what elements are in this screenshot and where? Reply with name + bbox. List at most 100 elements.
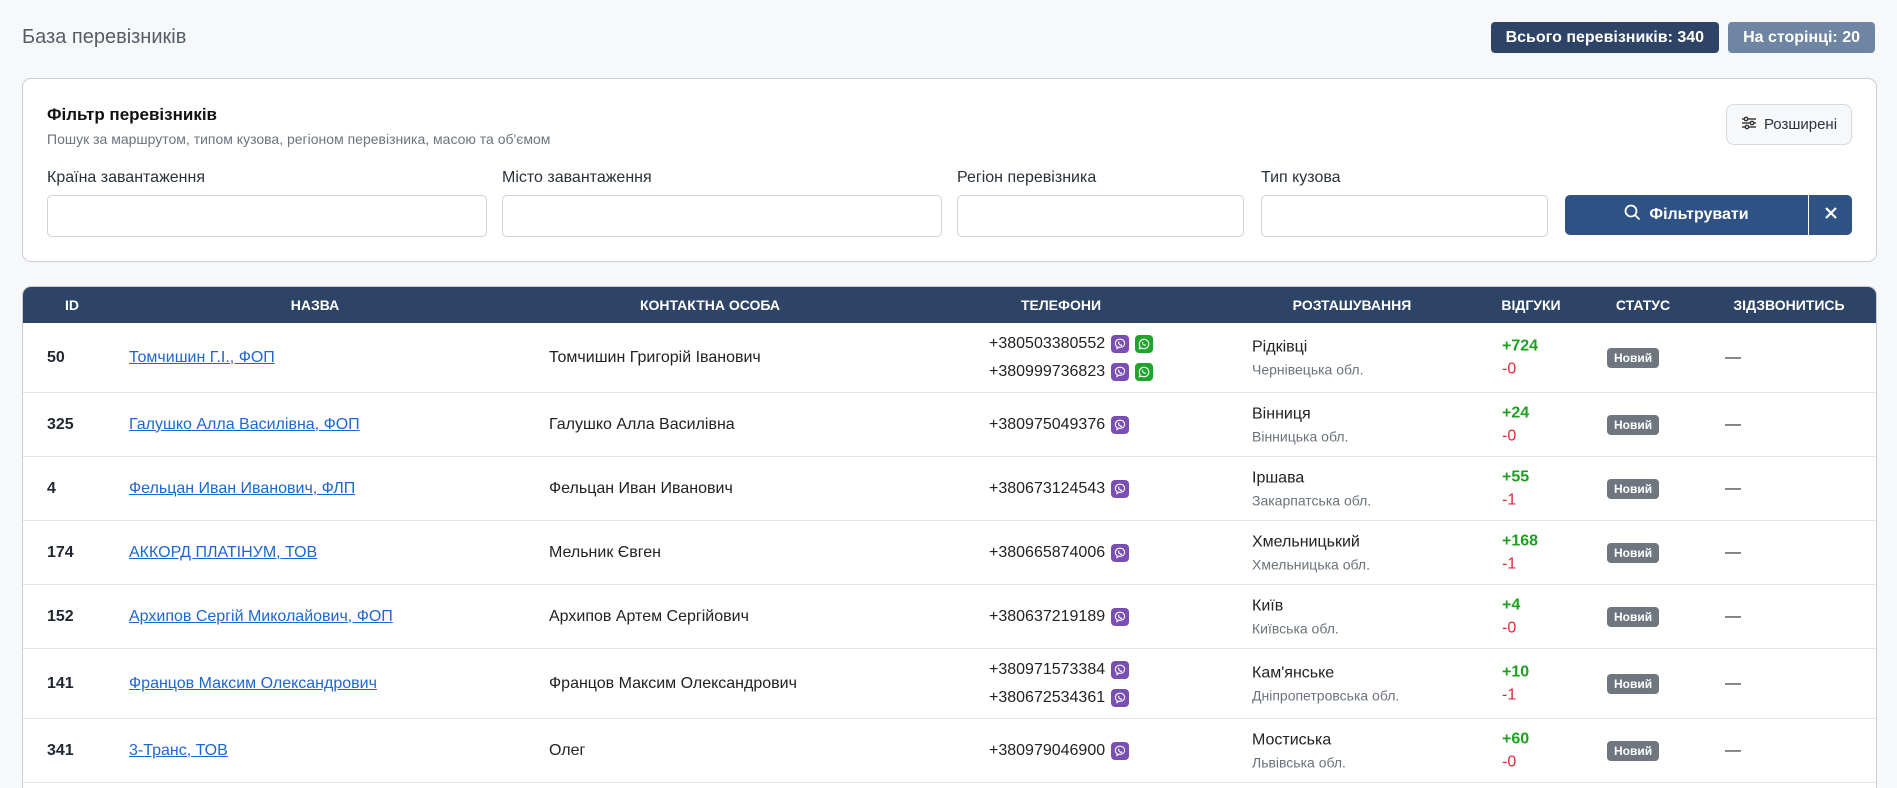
table-row: 325 Галушко Алла Василівна, ФОП Галушко … [23, 393, 1876, 457]
advanced-filter-label: Розширені [1763, 116, 1838, 133]
page-title: База перевізників [22, 26, 187, 48]
table-header: ID НАЗВА КОНТАКТНА ОСОБА ТЕЛЕФОНИ РОЗТАШ… [23, 287, 1876, 323]
phone-number[interactable]: +380665874006 [989, 544, 1105, 562]
viber-icon[interactable] [1111, 415, 1130, 434]
location-city: Київ [1252, 597, 1284, 614]
phone-number[interactable]: +380503380552 [989, 335, 1105, 353]
status-cell: Новий [1607, 478, 1660, 499]
call-status: — [1725, 741, 1741, 759]
advanced-filter-button[interactable]: Розширені [1726, 104, 1852, 145]
phone-number[interactable]: +380672534361 [989, 689, 1105, 707]
phone-number[interactable]: +380637219189 [989, 608, 1105, 626]
total-carriers-badge: Всього перевізників: 340 [1490, 22, 1720, 53]
phone-entry: +380971573384 [989, 660, 1130, 680]
viber-icon[interactable] [1111, 660, 1130, 679]
carrier-id: 141 [47, 674, 74, 692]
positive-reviews: +55 [1502, 468, 1530, 485]
carrier-name-link[interactable]: Галушко Алла Василівна, ФОП [129, 416, 360, 434]
carrier-name-link[interactable]: Архипов Сергій Миколайович, ФОП [129, 608, 393, 626]
carrier-name-link[interactable]: 3-Транс, ТОВ [129, 742, 228, 760]
viber-icon[interactable] [1111, 607, 1130, 626]
reviews-cell: +55 -1 [1502, 468, 1529, 509]
phone-entry: +380665874006 [989, 543, 1130, 563]
positive-reviews: +10 [1502, 663, 1530, 680]
negative-reviews: -1 [1502, 555, 1517, 572]
filter-subtitle: Пошук за маршрутом, типом кузова, регіон… [47, 131, 551, 147]
location-region: Львівська обл. [1252, 754, 1346, 770]
col-reviews[interactable]: ВІДГУКИ [1501, 287, 1560, 323]
call-status: — [1725, 348, 1741, 366]
summary-badges: Всього перевізників: 340 На сторінці: 20 [1490, 22, 1875, 53]
status-cell: Новий [1607, 414, 1660, 435]
contact-person: Архипов Артем Сергійович [549, 607, 749, 625]
phone-entry: +380975049376 [989, 415, 1130, 435]
col-id[interactable]: ID [65, 287, 79, 323]
reviews-cell: +724 -0 [1502, 337, 1538, 378]
table-row: 141 Францов Максим Олександрович Францов… [23, 649, 1876, 719]
location-region: Хмельницька обл. [1252, 556, 1370, 572]
location-cell: Хмельницький Хмельницька обл. [1252, 533, 1370, 572]
carrier-name-link[interactable]: Фельцан Иван Иванович, ФЛП [129, 480, 355, 498]
viber-icon[interactable] [1111, 334, 1130, 353]
carriers-table: ID НАЗВА КОНТАКТНА ОСОБА ТЕЛЕФОНИ РОЗТАШ… [22, 286, 1877, 788]
col-call[interactable]: ЗІДЗВОНИТИСЬ [1733, 287, 1844, 323]
location-cell: Кам'янське Дніпропетровська обл. [1252, 664, 1399, 703]
location-cell: Мостиська Львівська обл. [1252, 731, 1346, 770]
location-region: Київська обл. [1252, 620, 1339, 636]
load-city-input[interactable] [502, 195, 942, 237]
viber-icon[interactable] [1111, 479, 1130, 498]
phone-number[interactable]: +380971573384 [989, 661, 1105, 679]
viber-icon[interactable] [1111, 741, 1130, 760]
phones-cell: +380503380552 +380999736823 [989, 334, 1154, 382]
body-type-input[interactable] [1261, 195, 1548, 237]
table-row: 50 Томчишин Г.І., ФОП Томчишин Григорій … [23, 323, 1876, 393]
negative-reviews: -1 [1502, 686, 1517, 703]
viber-icon[interactable] [1111, 543, 1130, 562]
call-status: — [1725, 543, 1741, 561]
carrier-name-link[interactable]: АККОРД ПЛАТІНУМ, ТОВ [129, 544, 317, 562]
viber-icon[interactable] [1111, 688, 1130, 707]
status-cell: Новий [1607, 542, 1660, 563]
carrier-name-link[interactable]: Томчишин Г.І., ФОП [129, 349, 275, 367]
carrier-name-link[interactable]: Францов Максим Олександрович [129, 675, 377, 693]
status-badge: Новий [1607, 347, 1660, 368]
clear-filter-button[interactable] [1809, 195, 1852, 235]
whatsapp-icon[interactable] [1135, 334, 1154, 353]
phones-cell: +380975049376 [989, 415, 1130, 435]
phone-number[interactable]: +380999736823 [989, 363, 1105, 381]
status-badge: Новий [1607, 740, 1660, 761]
location-city: Кам'янське [1252, 664, 1335, 681]
col-status[interactable]: СТАТУС [1616, 287, 1670, 323]
search-icon [1624, 204, 1641, 226]
phones-cell: +380665874006 [989, 543, 1130, 563]
carrier-region-input[interactable] [957, 195, 1244, 237]
phone-number[interactable]: +380979046900 [989, 742, 1105, 760]
phone-number[interactable]: +380673124543 [989, 480, 1105, 498]
carrier-id: 174 [47, 543, 74, 561]
viber-icon[interactable] [1111, 362, 1130, 381]
contact-person: Олег [549, 741, 586, 759]
reviews-cell: +24 -0 [1502, 404, 1529, 445]
contact-person: Францов Максим Олександрович [549, 674, 797, 692]
reviews-cell: +60 -0 [1502, 730, 1529, 771]
contact-person: Фельцан Иван Иванович [549, 479, 733, 497]
status-badge: Новий [1607, 542, 1660, 563]
col-name[interactable]: НАЗВА [291, 287, 340, 323]
contact-person: Томчишин Григорій Іванович [549, 348, 761, 366]
carrier-id: 152 [47, 607, 74, 625]
table-row: 4 Фельцан Иван Иванович, ФЛП Фельцан Ива… [23, 457, 1876, 521]
close-icon [1824, 206, 1838, 225]
phone-entry: +380673124543 [989, 479, 1130, 499]
col-phones[interactable]: ТЕЛЕФОНИ [1021, 287, 1101, 323]
phone-number[interactable]: +380975049376 [989, 416, 1105, 434]
col-location[interactable]: РОЗТАШУВАННЯ [1293, 287, 1412, 323]
location-region: Закарпатська обл. [1252, 492, 1372, 508]
positive-reviews: +4 [1502, 596, 1521, 613]
sliders-icon [1741, 115, 1757, 135]
col-contact[interactable]: КОНТАКТНА ОСОБА [640, 287, 780, 323]
load-country-input[interactable] [47, 195, 487, 237]
table-row: 152 Архипов Сергій Миколайович, ФОП Архи… [23, 585, 1876, 649]
status-cell: Новий [1607, 740, 1660, 761]
whatsapp-icon[interactable] [1135, 362, 1154, 381]
filter-submit-button[interactable]: Фільтрувати [1565, 195, 1808, 235]
